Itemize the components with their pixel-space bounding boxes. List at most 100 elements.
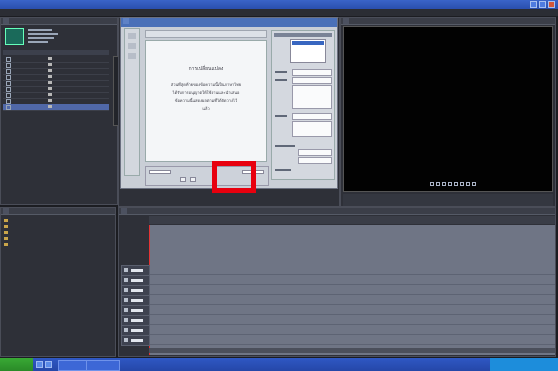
tab-timeline[interactable] [121, 208, 127, 214]
timeline-track[interactable] [149, 275, 555, 285]
trim-button[interactable] [472, 182, 476, 186]
extract-button[interactable] [466, 182, 470, 186]
system-tray [490, 358, 558, 371]
maximize-button[interactable] [539, 1, 546, 8]
timeline-panel [118, 207, 556, 357]
menu-help[interactable] [61, 9, 67, 16]
clip-type-icon [48, 69, 52, 72]
play-button[interactable] [180, 177, 186, 182]
property-field[interactable] [298, 149, 332, 156]
track-toggle-icon[interactable] [124, 278, 128, 282]
menu-edit[interactable] [8, 9, 14, 16]
tab-project[interactable] [3, 18, 9, 24]
rectangle-tool-icon[interactable] [128, 53, 136, 59]
track-name [131, 269, 143, 272]
track-name [131, 319, 143, 322]
property-field[interactable] [292, 69, 332, 76]
effects-folder[interactable] [4, 218, 10, 223]
track-toggle-icon[interactable] [124, 268, 128, 272]
program-preview[interactable] [343, 26, 553, 192]
step-back-button[interactable] [430, 182, 434, 186]
timecode-field[interactable] [149, 170, 171, 174]
properties-header [274, 33, 332, 37]
track-toggle-icon[interactable] [124, 308, 128, 312]
start-button[interactable] [0, 358, 33, 371]
loop-button[interactable] [190, 177, 196, 182]
clip-type-icon [48, 75, 52, 78]
timeline-scrollbar[interactable] [149, 348, 555, 353]
canvas-text-line: ส่วนที่สุดท้ายของข้อความนี้เป็นภาษาไทย [170, 82, 242, 87]
property-field[interactable] [292, 77, 332, 84]
font-list-selected[interactable] [292, 41, 324, 45]
title-canvas[interactable]: การเปลี่ยนแปลง ส่วนที่สุดท้ายของข้อความน… [145, 40, 267, 162]
track-name [131, 299, 143, 302]
property-field[interactable] [292, 121, 332, 137]
step-forward-button[interactable] [442, 182, 446, 186]
canvas-heading: การเปลี่ยนแปลง [188, 66, 224, 72]
loop-playback-button[interactable] [448, 182, 452, 186]
safe-margins-button[interactable] [454, 182, 458, 186]
timeline-track[interactable] [149, 335, 555, 345]
folder-icon [4, 243, 8, 246]
canvas-text-line: แล้ว [202, 106, 210, 111]
timeline-track[interactable] [149, 285, 555, 295]
menu-marker[interactable] [38, 9, 44, 16]
property-field[interactable] [292, 113, 332, 120]
track-area[interactable] [149, 225, 555, 355]
project-item-list [1, 56, 111, 116]
menu-file[interactable] [0, 9, 6, 16]
taskbar-app-button[interactable] [86, 360, 120, 371]
quick-launch-icon[interactable] [36, 361, 43, 368]
effects-folder[interactable] [4, 230, 10, 235]
menu-sequence[interactable] [30, 9, 36, 16]
play-stop-button[interactable] [436, 182, 440, 186]
property-field[interactable] [292, 85, 332, 109]
effects-folder[interactable] [4, 236, 10, 241]
checkbox[interactable] [6, 105, 11, 110]
folder-icon [4, 219, 8, 222]
timeline-track[interactable] [149, 305, 555, 315]
effects-folder[interactable] [4, 224, 10, 229]
titler-top-toolbar [145, 30, 267, 38]
font-list[interactable] [290, 39, 326, 63]
close-button[interactable] [548, 1, 555, 8]
quick-launch-icon[interactable] [45, 361, 52, 368]
timeline-track[interactable] [149, 295, 555, 305]
minimize-button[interactable] [530, 1, 537, 8]
canvas-text-line: ได้รับการอนุญาตให้ใช้งานและนำเสนอ [172, 90, 240, 95]
track-toggle-icon[interactable] [124, 338, 128, 342]
track-name [131, 329, 143, 332]
track-list [149, 265, 555, 345]
program-monitor [340, 17, 556, 207]
clip-thumbnail[interactable] [5, 28, 24, 45]
track-toggle-icon[interactable] [124, 328, 128, 332]
tab-titler[interactable] [123, 18, 129, 24]
tab-program[interactable] [343, 18, 349, 24]
folder-icon [4, 231, 8, 234]
property-field[interactable] [298, 157, 332, 164]
folder-icon [4, 237, 8, 240]
timeline-track[interactable] [149, 315, 555, 325]
clip-meta-line [28, 41, 48, 43]
menu-window[interactable] [53, 9, 59, 16]
clip-meta-line [28, 29, 52, 31]
timeline-track[interactable] [149, 265, 555, 275]
tab-effects[interactable] [3, 208, 9, 214]
selection-tool-icon[interactable] [128, 33, 136, 39]
track-toggle-icon[interactable] [124, 288, 128, 292]
lift-button[interactable] [460, 182, 464, 186]
project-item-row[interactable] [3, 104, 109, 111]
time-ruler[interactable] [149, 216, 555, 224]
menu-title[interactable] [46, 9, 52, 16]
track-toggle-icon[interactable] [124, 318, 128, 322]
track-toggle-icon[interactable] [124, 298, 128, 302]
effects-folder[interactable] [4, 242, 10, 247]
clip-meta-line [28, 37, 54, 39]
menu-project[interactable] [15, 9, 21, 16]
program-transport-bar [343, 194, 553, 206]
type-tool-icon[interactable] [128, 43, 136, 49]
timeline-track[interactable] [149, 325, 555, 335]
menu-bar [0, 9, 558, 16]
menu-clip[interactable] [23, 9, 29, 16]
track-header[interactable] [121, 335, 150, 346]
